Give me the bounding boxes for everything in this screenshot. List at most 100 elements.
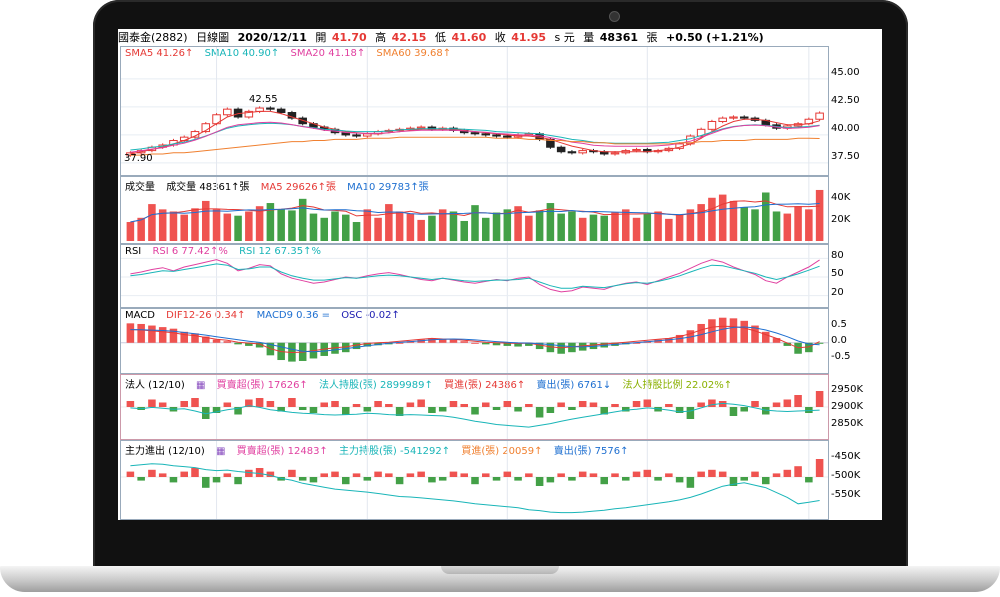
main-net-bar [794, 466, 802, 477]
osc-bar [471, 342, 479, 344]
inst-net-bar [158, 402, 167, 407]
candle-body [276, 108, 286, 114]
main-net-bar [471, 477, 479, 485]
main-net-bar [503, 471, 512, 477]
volume-bar [611, 212, 619, 241]
price-panel: SMA5 41.26↑ SMA10 40.90↑ SMA20 41.18↑ SM… [120, 46, 829, 176]
macd-plot [121, 309, 828, 373]
main-net-bar [535, 477, 544, 486]
candle-body [556, 146, 566, 153]
inst-net-bar [482, 402, 490, 407]
main-net-bar [740, 477, 748, 481]
osc-bar [191, 333, 199, 343]
inst-net-bar [385, 404, 393, 407]
inst-net-bar [578, 401, 587, 407]
inst-net-bar [288, 398, 296, 407]
volume-bar [762, 192, 770, 241]
main-net-bar [600, 477, 608, 485]
main-net-bar [665, 473, 673, 477]
volume-bar [417, 219, 425, 241]
price-tick: 37.50 [831, 151, 860, 162]
volume-bar [245, 211, 253, 241]
volume-bar [428, 215, 436, 241]
volume-bar [320, 217, 328, 241]
volume-bar [815, 189, 824, 241]
osc-bar [223, 341, 232, 343]
inst-net-bar [331, 401, 339, 407]
low-annotation: 37.90 [124, 153, 153, 164]
candle-body [707, 120, 717, 130]
volume-bar [654, 211, 662, 241]
volume-bar [342, 214, 350, 241]
inst-net-bar [815, 391, 824, 407]
inst-net-bar [223, 402, 232, 407]
volume-bar [266, 203, 275, 241]
main-net-bar [557, 473, 565, 477]
main-net-bar [805, 477, 813, 483]
inst-net-bar [525, 404, 533, 407]
main-tick: -450K [831, 451, 861, 462]
inst-net-bar [255, 398, 264, 407]
inst-net-bar [589, 402, 598, 407]
high-value: 42.15 [391, 31, 427, 44]
main-net-bar [202, 477, 210, 488]
main-net-bar [169, 477, 178, 483]
candle-body [481, 133, 491, 136]
inst-net-bar [417, 399, 425, 407]
inst-net-bar [460, 404, 468, 407]
volume-bar [191, 208, 199, 241]
volume-bar [697, 204, 705, 241]
macd-tick: 0.5 [831, 319, 847, 330]
main-net-bar [492, 477, 501, 481]
price-axis: 45.00 42.50 40.00 37.50 [827, 46, 882, 176]
volume-label: 量 [583, 31, 595, 44]
main-net-bar [191, 468, 199, 477]
main-net-bar [363, 477, 372, 481]
candle-body [266, 107, 275, 110]
main-net-bar [234, 477, 242, 485]
osc-bar [212, 339, 221, 343]
main-net-bar [482, 473, 490, 477]
main-net-bar [320, 473, 328, 477]
main-net-bar [525, 473, 533, 477]
main-net-bar [718, 471, 727, 477]
inst-tick: 2950K [831, 384, 864, 395]
volume-bar [126, 222, 135, 241]
volume-bar [406, 213, 415, 241]
sma10-line [130, 122, 820, 151]
main-net-bar [708, 469, 716, 477]
volume-bar [632, 217, 641, 241]
osc-bar [180, 331, 188, 343]
osc-bar [158, 327, 167, 343]
inst-net-bar [557, 402, 565, 407]
main-net-bar [449, 471, 458, 477]
main-net-bar [395, 477, 404, 485]
volume-bar [600, 215, 608, 241]
main-net-bar [460, 473, 468, 477]
close-label: 收 [494, 31, 506, 44]
period-label: 日線圖 [196, 31, 230, 44]
osc-bar [126, 323, 135, 343]
main-net-bar [212, 477, 221, 483]
volume-bar [471, 205, 479, 241]
candle-body [632, 148, 641, 152]
candle-body [352, 134, 361, 137]
volume-bar [751, 209, 759, 241]
inst-net-bar [374, 401, 382, 407]
main-net-bar [772, 473, 781, 477]
inst-net-bar [363, 407, 372, 412]
candle-body [470, 132, 480, 135]
institutional-panel: 法人 (12/10) ▦ 買賣超(張) 17626↑ 法人持股(張) 28999… [120, 374, 829, 440]
volume-bar [374, 217, 382, 241]
main-net-bar [438, 477, 447, 481]
osc-bar [729, 318, 738, 343]
inst-net-bar [309, 407, 318, 413]
webcam-icon [609, 11, 620, 22]
inst-net-bar [449, 401, 458, 407]
volume-bar [288, 210, 296, 241]
close-value: 41.95 [511, 31, 547, 44]
price-tick: 45.00 [831, 67, 860, 78]
inst-net-bar [352, 404, 361, 407]
main-net-bar [223, 473, 232, 477]
main-net-bar [643, 469, 652, 477]
